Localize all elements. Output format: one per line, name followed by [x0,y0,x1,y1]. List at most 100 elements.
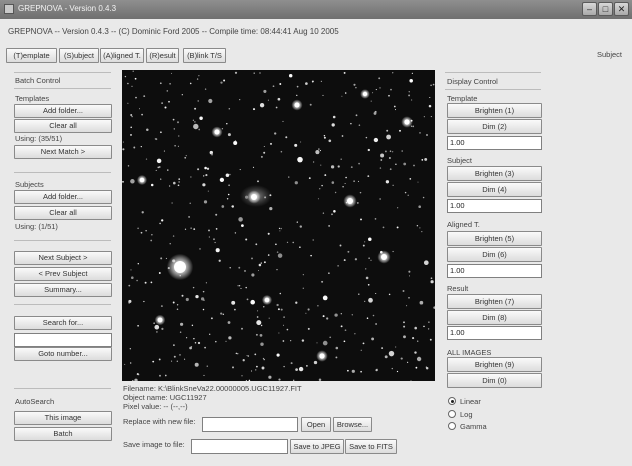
maximize-button[interactable]: □ [598,2,613,16]
star [144,281,147,284]
star [233,140,238,146]
tab-subject[interactable]: (S)ubject [59,48,99,63]
star [128,301,131,304]
tab-result[interactable]: (R)esult [146,48,179,63]
star [328,139,332,143]
open-button[interactable]: Open [301,417,331,432]
star [159,222,161,225]
dim-subject-button[interactable]: Dim (4) [447,182,542,197]
brighten-result-button[interactable]: Brighten (7) [447,294,542,309]
minimize-button[interactable]: – [582,2,597,16]
close-button[interactable]: ✕ [614,2,629,16]
scale-gamma-radio[interactable] [448,422,456,430]
star [262,357,264,359]
star [267,99,269,101]
star [193,228,196,230]
star [311,80,314,83]
dim-result-button[interactable]: Dim (8) [447,310,542,325]
next-match-button[interactable]: Next Match > [14,145,112,159]
save-jpeg-button[interactable]: Save to JPEG [290,439,344,454]
brighten-aligned-button[interactable]: Brighten (5) [447,231,542,246]
search-input[interactable] [14,333,112,347]
star [320,164,322,166]
brighten-subject-button[interactable]: Brighten (3) [447,166,542,181]
star [322,94,324,96]
star [378,77,381,80]
browse-button[interactable]: Browse... [333,417,372,432]
star [430,280,434,284]
separator [14,240,111,241]
dim-template-button[interactable]: Dim (2) [447,119,542,134]
autosearch-this-image-button[interactable]: This image [14,411,112,425]
save-fits-button[interactable]: Save to FITS [345,439,397,454]
star [312,161,315,163]
goto-number-button[interactable]: Goto number... [14,347,112,361]
star [207,190,209,192]
bright-star-core [139,177,145,183]
add-template-folder-button[interactable]: Add folder... [14,104,112,118]
star [164,106,167,109]
star [173,355,176,358]
star [136,279,138,282]
star [282,340,285,342]
star [159,82,162,85]
next-subject-button[interactable]: Next Subject > [14,251,112,265]
star [395,163,397,165]
star [267,254,270,256]
scale-log-label: Log [460,410,473,419]
star [185,297,189,302]
brighten-all-button[interactable]: Brighten (9) [447,357,542,372]
replace-file-input[interactable] [202,417,298,432]
star [244,270,246,272]
aligned-label: Aligned T. [447,220,480,229]
star [213,238,215,241]
aligned-brightness-field[interactable]: 1.00 [447,264,542,278]
title-bar: GREPNOVA - Version 0.4.3 – □ ✕ [0,0,632,19]
star [241,327,243,330]
star [251,273,255,277]
template-brightness-field[interactable]: 1.00 [447,136,542,150]
star [357,180,360,182]
tab-template[interactable]: (T)emplate [6,48,57,63]
star [331,123,335,127]
star [372,92,374,94]
scale-log-radio[interactable] [448,410,456,418]
save-file-input[interactable] [191,439,288,454]
subject-brightness-field[interactable]: 1.00 [447,199,542,213]
brighten-template-button[interactable]: Brighten (1) [447,103,542,118]
star [296,221,298,223]
star [260,262,263,264]
prev-subject-button[interactable]: < Prev Subject [14,267,112,281]
summary-button[interactable]: Summary... [14,283,112,297]
result-brightness-field[interactable]: 1.00 [447,326,542,340]
star [215,228,218,230]
autosearch-batch-button[interactable]: Batch [14,427,112,441]
search-for-button[interactable]: Search for... [14,316,112,330]
star [341,135,344,137]
bright-star-core [404,119,410,125]
add-subject-folder-button[interactable]: Add folder... [14,190,112,204]
tab-blink[interactable]: (B)link T/S [183,48,226,63]
dim-aligned-button[interactable]: Dim (6) [447,247,542,262]
star [408,296,410,299]
scale-linear-radio[interactable] [448,397,456,405]
star [414,351,417,354]
bright-star-core [214,129,220,135]
tab-aligned[interactable]: (A)ligned T. [100,48,144,63]
dim-all-button[interactable]: Dim (0) [447,373,542,388]
star [322,212,325,214]
star [140,145,142,148]
image-viewer[interactable] [122,70,435,381]
clear-templates-button[interactable]: Clear all [14,119,112,133]
star [396,226,399,229]
clear-subjects-button[interactable]: Clear all [14,206,112,220]
star [176,308,179,310]
star [238,217,243,222]
star [225,173,230,178]
star [279,230,281,232]
star [347,250,350,253]
star [370,100,372,102]
star [286,241,289,244]
star [411,72,414,75]
star [331,213,333,216]
